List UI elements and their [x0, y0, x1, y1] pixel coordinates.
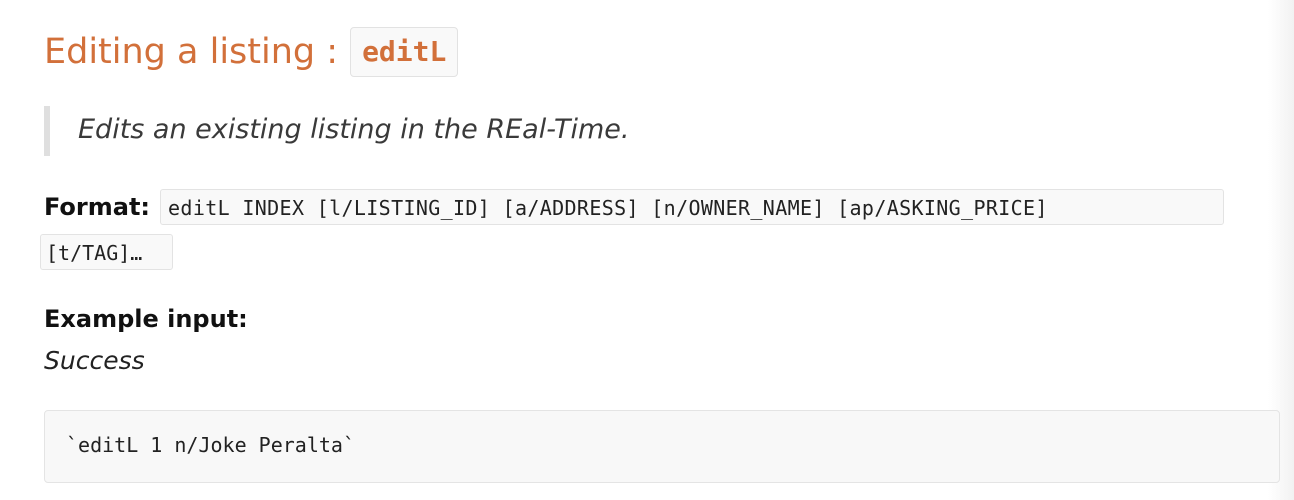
success-label: Success [44, 346, 145, 375]
format-line: Format: editL INDEX [l/LISTING_ID] [a/AD… [44, 188, 1225, 226]
heading-command-code: editL [350, 27, 459, 77]
format-code: editL INDEX [l/LISTING_ID] [a/ADDRESS] [… [160, 189, 1225, 225]
format-code-continued: [t/TAG]… [40, 234, 173, 270]
example-input-label: Example input: [44, 305, 248, 333]
example-code-block: `editL 1 n/Joke Peralta` [44, 410, 1280, 483]
description-blockquote: Edits an existing listing in the REal-Ti… [44, 106, 1244, 156]
section-heading: Editing a listing : editL [44, 27, 459, 77]
heading-text: Editing a listing : [44, 32, 339, 72]
format-line-continued: [t/TAG]… [40, 234, 173, 270]
format-label: Format: [44, 193, 151, 221]
description-text: Edits an existing listing in the REal-Ti… [78, 114, 630, 145]
example-code-text: `editL 1 n/Joke Peralta` [66, 433, 355, 457]
